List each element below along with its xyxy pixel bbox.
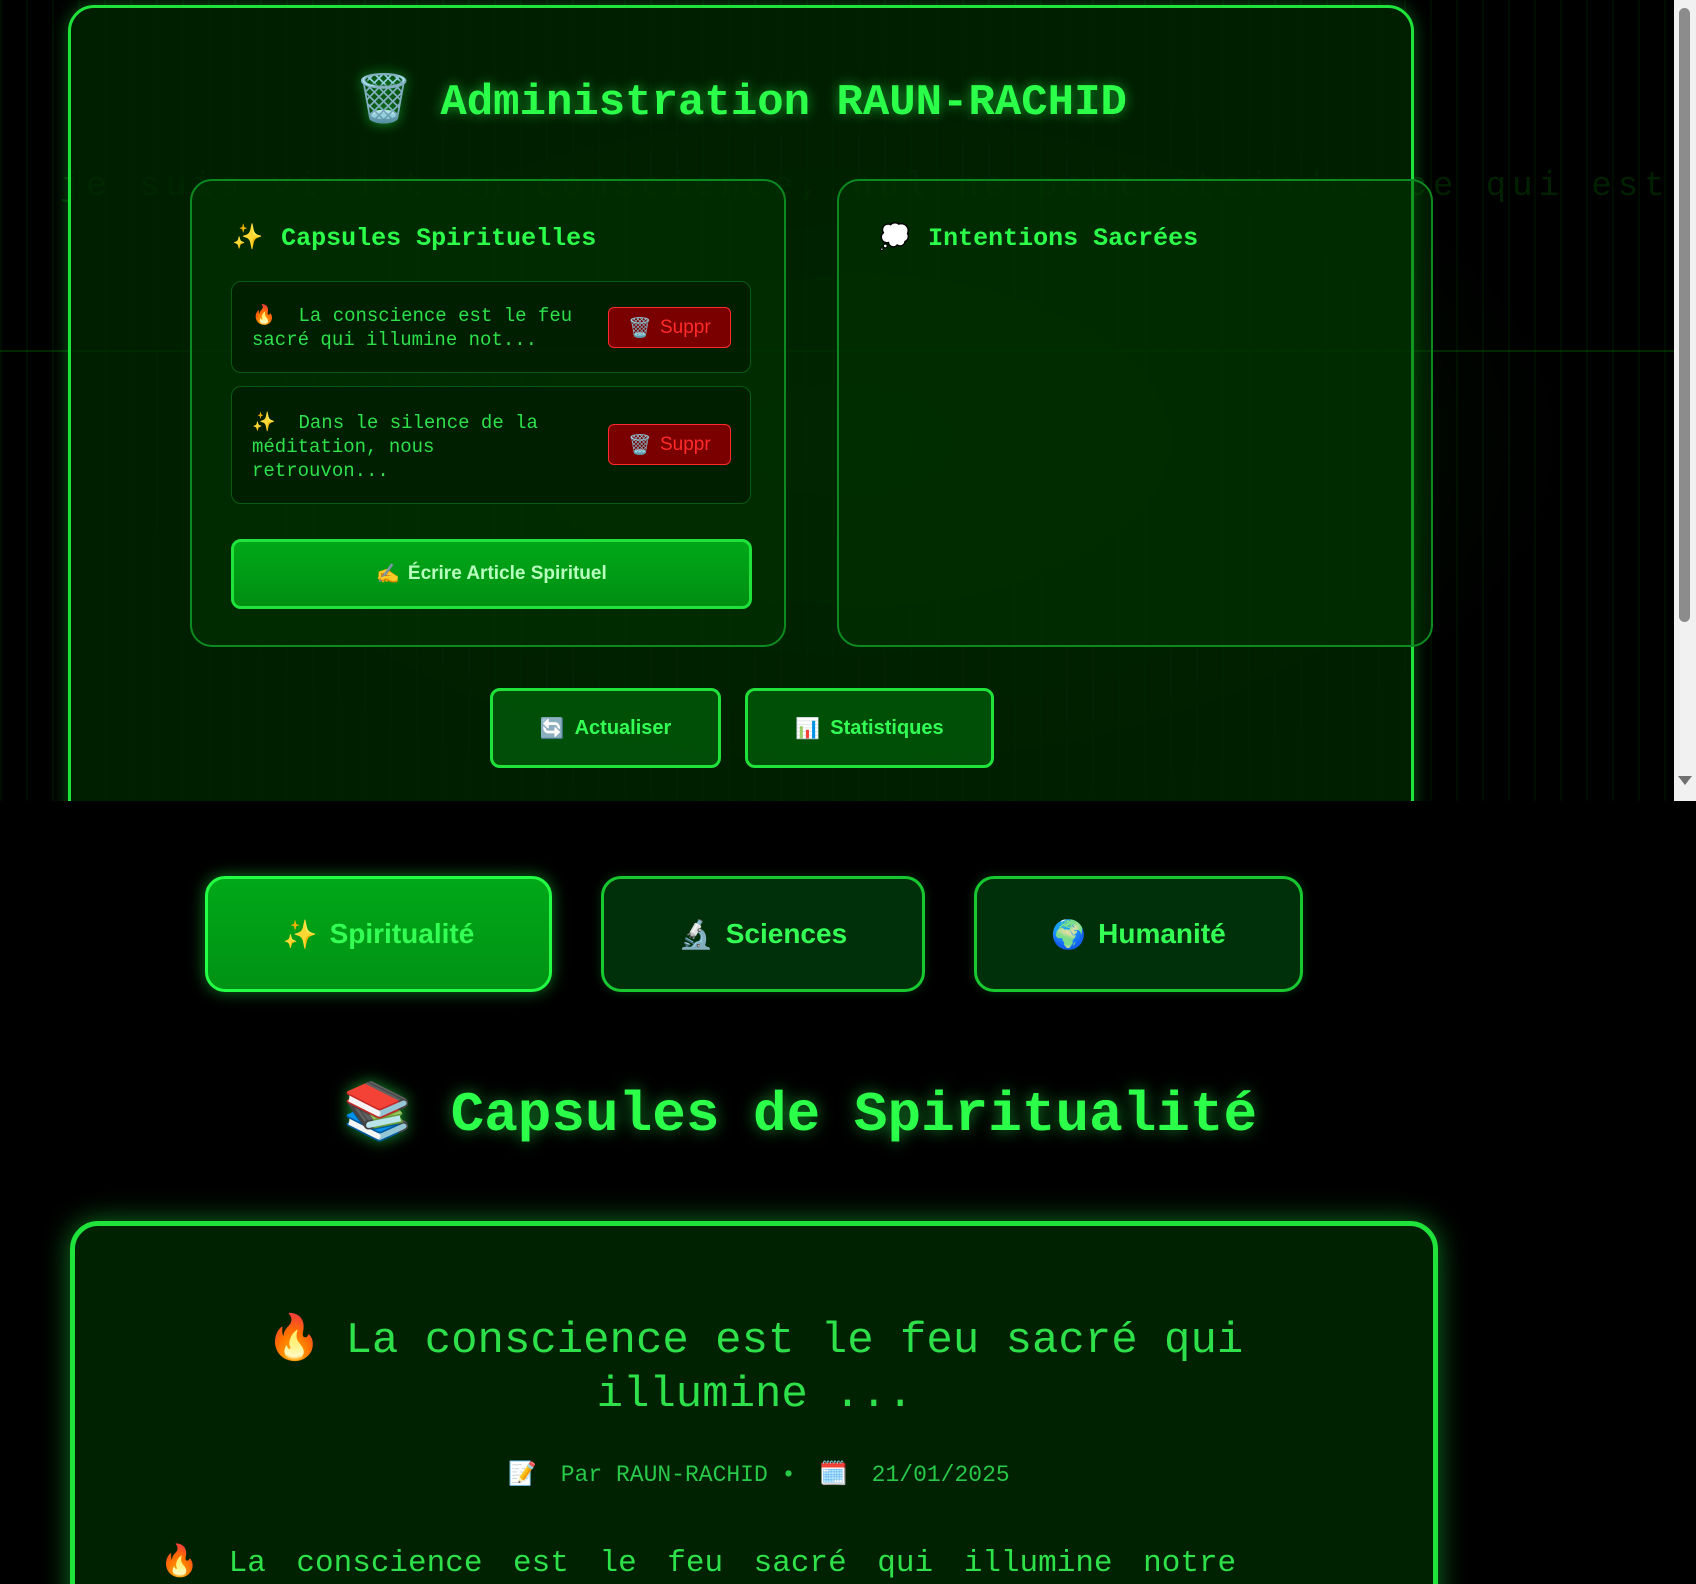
- books-icon: 📚: [342, 1083, 413, 1147]
- section-title-text: Capsules de Spiritualité: [450, 1083, 1258, 1147]
- capsule-list-item: 🔥 La conscience est le feu sacré qui ill…: [231, 281, 751, 373]
- capsules-card: ✨ Capsules Spirituelles 🔥 La conscience e…: [190, 179, 786, 647]
- category-sciences-button[interactable]: 🔬 Sciences: [601, 876, 925, 992]
- admin-frame: je suis vivant en conscience, nul ne peu…: [0, 0, 1696, 801]
- capsule-item-text: 🔥 La conscience est le feu sacré qui ill…: [252, 304, 612, 352]
- admin-panel: 🗑️ Administration RAUN-RACHID ✨ Capsules S…: [68, 5, 1433, 801]
- wastebasket-icon: 🗑️: [628, 434, 652, 456]
- meta-separator: •: [781, 1462, 810, 1488]
- sparkles-icon: ✨: [232, 224, 264, 253]
- article-body-text: La conscience est le feu sacré qui illum…: [228, 1546, 1237, 1581]
- microscope-icon: 🔬: [678, 918, 714, 950]
- writing-hand-icon: ✍️: [376, 564, 400, 585]
- intentions-card: 💭 Intentions Sacrées: [837, 179, 1433, 647]
- category-label: Spiritualité: [329, 918, 475, 949]
- article-meta: 📝 Par RAUN-RACHID • 🗓️ 21/01/2025: [75, 1460, 1433, 1488]
- memo-icon: 📝: [508, 1462, 537, 1488]
- fire-icon: 🔥: [160, 1546, 199, 1581]
- sparkles-icon: ✨: [252, 412, 276, 434]
- calendar-icon: 🗓️: [819, 1462, 848, 1488]
- article-title-text: La conscience est le feu sacré qui illum…: [345, 1316, 1244, 1420]
- frame-scrollbar[interactable]: [1674, 0, 1696, 801]
- delete-capsule-button[interactable]: 🗑️ Suppr: [608, 307, 731, 348]
- section-title: 📚 Capsules de Spiritualité: [0, 1078, 1600, 1147]
- scroll-down-arrow-icon[interactable]: [1678, 776, 1692, 785]
- write-article-button[interactable]: ✍️ Écrire Article Spirituel: [231, 539, 752, 609]
- category-humanite-button[interactable]: 🌍 Humanité: [974, 876, 1303, 992]
- delete-button-label: Suppr: [659, 316, 711, 338]
- intentions-card-title-text: Intentions Sacrées: [928, 224, 1199, 253]
- delete-button-label: Suppr: [659, 433, 711, 455]
- statistics-button[interactable]: 📊 Statistiques: [745, 688, 994, 768]
- page: je suis vivant en conscience, nul ne peu…: [0, 0, 1696, 1584]
- category-label: Sciences: [725, 918, 848, 949]
- admin-title: 🗑️ Administration RAUN-RACHID: [71, 72, 1411, 128]
- article-title: 🔥 La conscience est le feu sacré qui illu…: [225, 1314, 1285, 1422]
- refresh-icon: 🔄: [539, 717, 565, 740]
- bar-chart-icon: 📊: [795, 717, 821, 740]
- capsules-card-title: ✨ Capsules Spirituelles: [232, 223, 596, 253]
- scrollbar-thumb[interactable]: [1679, 8, 1690, 622]
- intentions-card-title: 💭 Intentions Sacrées: [879, 223, 1198, 253]
- fire-icon: 🔥: [252, 305, 276, 327]
- statistics-label: Statistiques: [830, 716, 944, 739]
- capsule-item-label: La conscience est le feu sacré qui illum…: [252, 305, 573, 351]
- article-date: 21/01/2025: [871, 1462, 1010, 1488]
- refresh-label: Actualiser: [574, 716, 672, 739]
- fire-icon: 🔥: [266, 1316, 322, 1366]
- refresh-button[interactable]: 🔄 Actualiser: [490, 688, 721, 768]
- article-author: Par RAUN-RACHID: [560, 1462, 768, 1488]
- capsule-item-label: Dans le silence de la méditation, nous r…: [252, 412, 538, 482]
- thought-balloon-icon: 💭: [879, 224, 911, 253]
- article-card[interactable]: 🔥 La conscience est le feu sacré qui illu…: [70, 1221, 1438, 1584]
- capsule-item-text: ✨ Dans le silence de la méditation, nous…: [252, 411, 582, 483]
- capsules-card-title-text: Capsules Spirituelles: [281, 224, 597, 253]
- admin-title-text: Administration RAUN-RACHID: [440, 78, 1127, 128]
- globe-icon: 🌍: [1051, 918, 1087, 950]
- sparkles-icon: ✨: [282, 918, 318, 950]
- wastebasket-icon: 🗑️: [355, 76, 413, 128]
- capsule-list-item: ✨ Dans le silence de la méditation, nous…: [231, 386, 751, 504]
- category-spiritualite-button[interactable]: ✨ Spiritualité: [205, 876, 552, 992]
- article-body: 🔥 La conscience est le feu sacré qui illu…: [160, 1542, 1450, 1581]
- category-label: Humanité: [1098, 918, 1226, 949]
- wastebasket-icon: 🗑️: [628, 317, 652, 339]
- write-article-label: Écrire Article Spirituel: [407, 563, 607, 584]
- delete-capsule-button[interactable]: 🗑️ Suppr: [608, 424, 731, 465]
